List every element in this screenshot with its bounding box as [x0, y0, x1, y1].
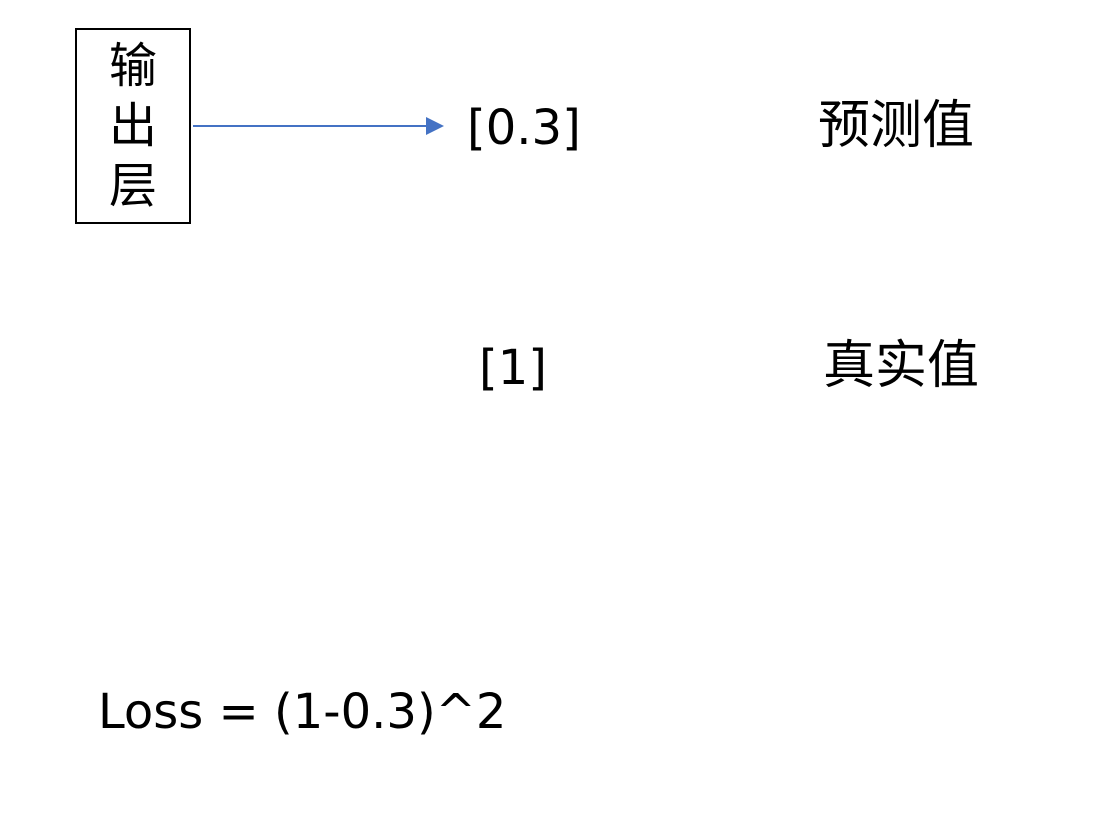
true-label: 真实值	[823, 336, 980, 396]
arrow-head	[426, 117, 444, 135]
predicted-value: [0.3]	[467, 100, 581, 156]
loss-formula: Loss = (1-0.3)^2	[98, 684, 507, 740]
predicted-label: 预测值	[818, 96, 975, 156]
true-value: [1]	[479, 340, 547, 396]
